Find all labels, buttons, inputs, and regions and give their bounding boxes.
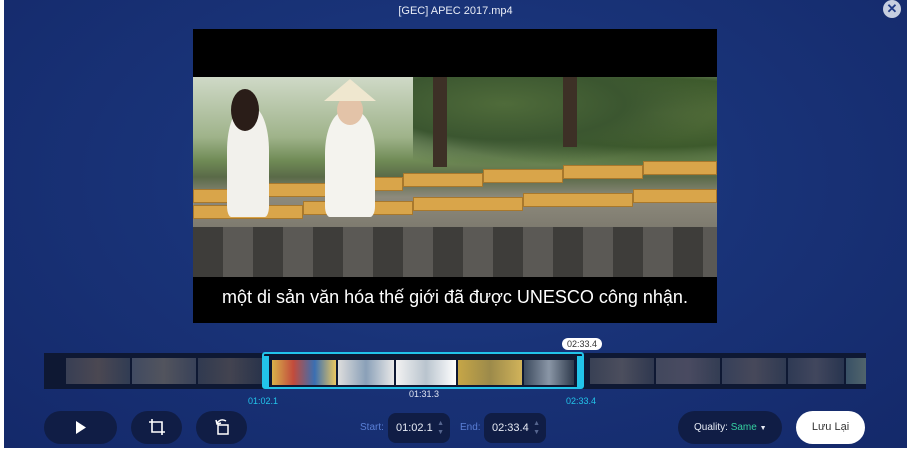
window-title: [GEC] APEC 2017.mp4	[398, 5, 513, 17]
end-time-value: 02:33.4	[492, 422, 529, 434]
close-icon: ✕	[886, 1, 898, 16]
play-icon	[75, 421, 86, 434]
start-time-input[interactable]: 01:02.1 ▲ ▼	[388, 413, 450, 443]
trim-start-time: 01:02.1	[248, 396, 279, 406]
start-time-value: 01:02.1	[396, 422, 433, 434]
playhead-time-bubble: 02:33.4	[562, 338, 603, 350]
play-button[interactable]	[44, 411, 117, 444]
crop-button[interactable]	[131, 411, 182, 444]
start-label: Start:	[360, 422, 384, 433]
save-button[interactable]: Lưu Lại	[796, 411, 865, 444]
video-editor-window: [GEC] APEC 2017.mp4 ✕ một di sản văn hóa…	[4, 0, 907, 448]
end-label: End:	[460, 422, 481, 433]
crop-icon	[148, 419, 165, 435]
quality-dropdown[interactable]: Quality: Same ▼	[678, 411, 782, 444]
start-time-stepper[interactable]: ▲ ▼	[437, 419, 444, 437]
quality-value: Same	[730, 422, 757, 433]
video-frame	[193, 77, 717, 277]
video-preview[interactable]: một di sản văn hóa thế giới đã được UNES…	[193, 29, 717, 323]
trim-end-time: 02:33.4	[566, 396, 597, 406]
chevron-down-icon: ▼	[759, 425, 767, 432]
rotate-icon	[214, 419, 229, 435]
end-time-input[interactable]: 02:33.4 ▲ ▼	[484, 413, 546, 443]
rotate-button[interactable]	[196, 411, 247, 444]
trim-selection[interactable]	[262, 352, 584, 389]
trim-duration: 01:31.3	[409, 389, 440, 399]
video-subtitle: một di sản văn hóa thế giới đã được UNES…	[222, 287, 688, 307]
trim-start-handle[interactable]	[263, 356, 269, 387]
trim-end-handle[interactable]	[577, 356, 583, 387]
quality-label: Quality:	[694, 422, 728, 433]
close-button[interactable]: ✕	[883, 0, 901, 18]
end-time-stepper[interactable]: ▲ ▼	[533, 419, 540, 437]
